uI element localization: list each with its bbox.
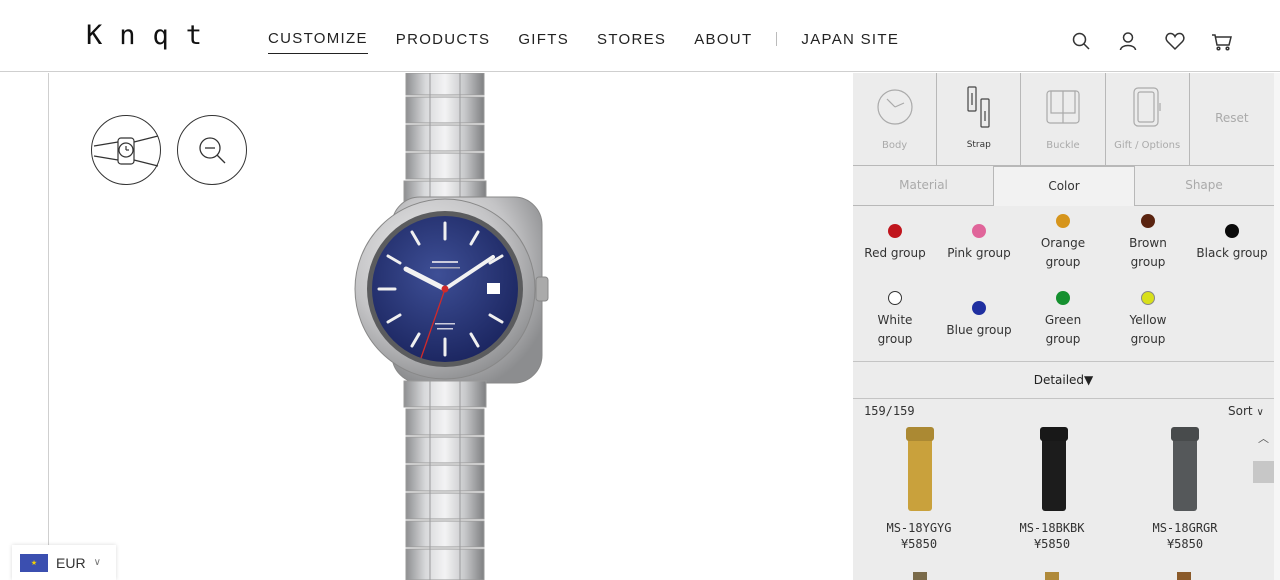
tab-color[interactable]: Color — [993, 166, 1135, 206]
product-price: ¥5850 — [1166, 537, 1204, 551]
product-code: MS-18YGYG — [886, 521, 952, 535]
chevron-down-icon: ∨ — [93, 557, 101, 568]
category-buckle[interactable]: Buckle — [1021, 73, 1106, 166]
color-group-label: Orange group — [1040, 236, 1086, 269]
chevron-down-icon: ∨ — [1256, 407, 1264, 418]
color-group-label: Black group — [1196, 246, 1268, 260]
currency-selector[interactable]: ★ EUR ∨ — [12, 545, 116, 580]
strap-image — [1173, 427, 1197, 511]
logo[interactable]: Knqt — [86, 20, 219, 51]
color-swatch — [1141, 214, 1155, 228]
category-strap-label: Strap — [966, 140, 991, 150]
nav-customize[interactable]: CUSTOMIZE — [268, 30, 368, 54]
color-group-green[interactable]: Green group — [1033, 291, 1093, 349]
color-group-black[interactable]: Black group — [1190, 224, 1274, 263]
color-swatch — [1141, 291, 1155, 305]
product-code: MS-18GRGR — [1152, 521, 1218, 535]
color-group-label: Brown group — [1129, 236, 1167, 269]
filter-tabs: Material Color Shape — [853, 166, 1274, 206]
strap-image — [1042, 427, 1066, 511]
color-group-blue[interactable]: Blue group — [937, 301, 1021, 340]
color-swatch — [1056, 214, 1070, 228]
category-body[interactable]: Body — [853, 73, 938, 166]
watch-image — [354, 73, 549, 580]
product-card[interactable]: MS-18BKBK ¥5850 — [986, 425, 1118, 555]
strap-image — [908, 427, 932, 511]
product-card[interactable]: MS-18GRGR ¥5850 — [1119, 425, 1251, 555]
nav-about[interactable]: ABOUT — [694, 31, 752, 54]
wrist-view-button[interactable] — [91, 115, 161, 185]
product-card[interactable]: MS-18YGYG ¥5850 — [853, 425, 985, 555]
result-count: 159/159 — [864, 404, 915, 418]
main-nav: CUSTOMIZE PRODUCTS GIFTS STORES ABOUT JA… — [268, 30, 927, 54]
heart-icon[interactable] — [1164, 30, 1186, 52]
detailed-toggle[interactable]: Detailed▼ — [853, 361, 1274, 399]
category-strap[interactable]: Strap — [937, 73, 1022, 166]
nav-japan-site[interactable]: JAPAN SITE — [801, 31, 899, 54]
panel-edge — [1274, 73, 1280, 580]
viewer-divider — [48, 73, 49, 580]
scrollbar-thumb[interactable] — [1253, 461, 1274, 483]
nav-products[interactable]: PRODUCTS — [396, 31, 491, 54]
color-group-label: Pink group — [947, 246, 1011, 260]
product-price: ¥5850 — [1033, 537, 1071, 551]
category-body-label: Body — [881, 140, 908, 151]
color-swatch — [888, 291, 902, 305]
scroll-up-icon[interactable]: ︿ — [1253, 430, 1274, 446]
customizer-panel: Body Strap Buckle Gift / Options Reset M… — [853, 73, 1280, 580]
search-icon[interactable] — [1070, 30, 1092, 52]
color-group-red[interactable]: Red group — [853, 224, 937, 263]
color-group-label: Yellow group — [1129, 313, 1167, 346]
product-code: MS-18BKBK — [1019, 521, 1085, 535]
reset-label: Reset — [1215, 111, 1249, 125]
color-group-label: Red group — [864, 246, 926, 260]
nav-stores[interactable]: STORES — [597, 31, 666, 54]
watch-preview — [0, 73, 852, 580]
category-gift-options[interactable]: Gift / Options — [1106, 73, 1190, 166]
currency-code: EUR — [56, 554, 86, 571]
color-group-label: White group — [877, 313, 913, 346]
zoom-out-button[interactable] — [177, 115, 247, 185]
category-buckle-label: Buckle — [1046, 140, 1080, 151]
buckle-icon — [1046, 90, 1080, 124]
sort-label: Sort — [1228, 404, 1253, 418]
watch-body-icon — [877, 89, 913, 125]
color-swatch — [972, 301, 986, 315]
product-price: ¥5850 — [900, 537, 938, 551]
tab-material[interactable]: Material — [853, 166, 994, 206]
part-categories: Body Strap Buckle Gift / Options Reset — [853, 73, 1274, 166]
color-group-pink[interactable]: Pink group — [937, 224, 1021, 263]
color-group-brown[interactable]: Brown group — [1118, 214, 1178, 272]
nav-divider — [776, 32, 778, 46]
color-group-label: Green group — [1044, 313, 1082, 346]
color-groups: Red group Pink group Orange group Brown … — [853, 206, 1274, 361]
gift-box-icon — [1132, 87, 1161, 127]
account-icon[interactable] — [1117, 30, 1139, 52]
next-row-strap — [913, 572, 927, 580]
header-actions — [1070, 30, 1258, 52]
color-group-orange[interactable]: Orange group — [1033, 214, 1093, 272]
color-swatch — [888, 224, 902, 238]
color-swatch — [1225, 224, 1239, 238]
scrollbar-track[interactable] — [1253, 426, 1274, 580]
strap-icon — [967, 86, 990, 128]
wrist-view-icon — [93, 135, 159, 167]
color-group-yellow[interactable]: Yellow group — [1118, 291, 1178, 349]
color-group-white[interactable]: White group — [865, 291, 925, 349]
color-swatch — [1056, 291, 1070, 305]
color-swatch — [972, 224, 986, 238]
site-header: Knqt CUSTOMIZE PRODUCTS GIFTS STORES ABO… — [0, 0, 1280, 72]
category-gift-options-label: Gift / Options — [1114, 140, 1181, 151]
nav-gifts[interactable]: GIFTS — [518, 31, 569, 54]
reset-button[interactable]: Reset — [1190, 73, 1274, 166]
next-row-strap — [1045, 572, 1059, 580]
next-row-strap — [1177, 572, 1191, 580]
cart-icon[interactable] — [1211, 30, 1233, 52]
tab-shape[interactable]: Shape — [1134, 166, 1274, 206]
color-group-label: Blue group — [946, 323, 1012, 337]
sort-dropdown[interactable]: Sort ∨ — [1228, 404, 1264, 418]
zoom-out-icon — [199, 137, 226, 164]
eu-flag-icon: ★ — [20, 553, 48, 572]
